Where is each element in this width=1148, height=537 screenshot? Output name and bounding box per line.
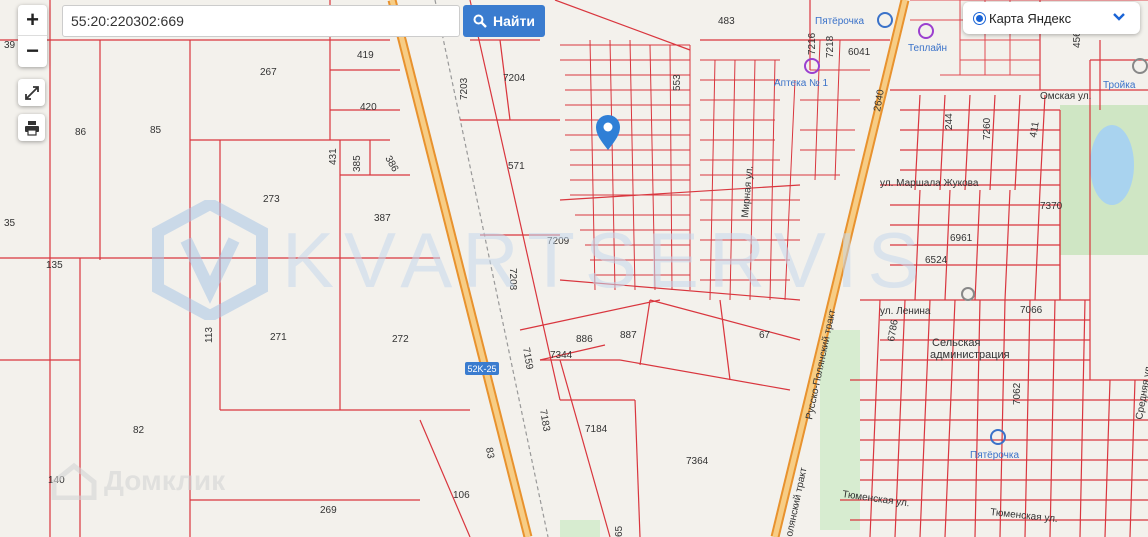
- parcel-label: 82: [133, 425, 145, 436]
- parcel-label: 385: [352, 155, 363, 172]
- map-layer-select[interactable]: Карта Яндекс: [963, 2, 1140, 34]
- street-lenina: ул. Ленина: [880, 306, 931, 317]
- road-badge-label: 52K-25: [467, 364, 496, 374]
- parcel-label: 419: [357, 50, 374, 61]
- parcel-label: 65: [614, 525, 625, 537]
- parcel-label: 113: [204, 327, 215, 343]
- parcel-label: 431: [328, 148, 339, 165]
- parcel-label: 269: [320, 505, 337, 516]
- parcel-label: 7218: [825, 35, 836, 58]
- parcel-label: 7066: [1020, 305, 1043, 316]
- parcel-label: 7370: [1040, 201, 1063, 212]
- poi-pyaterochka-top: Пятёрочка: [815, 16, 864, 27]
- parcel-label: 135: [46, 260, 63, 271]
- parcel-label: 7062: [1012, 382, 1023, 405]
- parcel-label: 273: [263, 194, 280, 205]
- parcel-label: 571: [508, 161, 525, 172]
- parcel-label: 7203: [459, 77, 470, 100]
- search-input-value: 55:20:220302:669: [71, 13, 184, 29]
- parcel-label: 7344: [550, 350, 573, 361]
- search-button-label: Найти: [493, 13, 535, 29]
- map-canvas[interactable]: 483 6041 7216 7218 419 267 7204 7203 553…: [0, 0, 1148, 537]
- parcel-label: 39: [4, 40, 16, 51]
- parcel-label: 6524: [925, 255, 948, 266]
- expand-icon: [24, 85, 39, 100]
- zoom-control: + −: [18, 5, 47, 67]
- parcel-label: 553: [672, 74, 683, 91]
- cadastral-search-input[interactable]: 55:20:220302:669: [62, 5, 460, 37]
- chevron-down-icon: [1113, 13, 1125, 21]
- map-layer-label: Карта Яндекс: [989, 10, 1072, 26]
- parcel-label: 85: [150, 125, 162, 136]
- parcel-label: 887: [620, 330, 637, 341]
- poi-administration: администрация: [930, 349, 1010, 361]
- print-button[interactable]: [18, 114, 45, 141]
- parcel-label: 272: [392, 334, 409, 345]
- street-omskaya: Омская ул.: [1040, 91, 1091, 102]
- parcel-label: 387: [374, 213, 391, 224]
- parcel-label: 420: [360, 102, 377, 113]
- parcel-label: 67: [759, 330, 771, 341]
- radio-selected-icon[interactable]: [973, 11, 986, 25]
- parcel-label: 106: [453, 490, 470, 501]
- parcel-label: 7260: [982, 117, 993, 140]
- parcel-label: 6041: [848, 47, 871, 58]
- poi-selskaya: Сельская: [932, 337, 981, 349]
- printer-icon: [24, 120, 39, 136]
- poi-pyaterochka-bottom: Пятёрочка: [970, 450, 1019, 461]
- search-icon: [473, 14, 487, 28]
- street-zhukova: ул. Маршала Жукова: [880, 178, 979, 189]
- parcel-label: 244: [944, 113, 955, 130]
- zoom-in-button[interactable]: +: [18, 5, 47, 35]
- zoom-out-button[interactable]: −: [18, 35, 47, 66]
- parcel-label: 483: [718, 16, 735, 27]
- fullscreen-button[interactable]: [18, 79, 45, 106]
- parcel-label: 7204: [503, 73, 526, 84]
- parcel-label: 7216: [807, 32, 818, 55]
- parcel-label: 6961: [950, 233, 973, 244]
- poi-troika: Тройка: [1103, 80, 1136, 91]
- parcel-label: 7209: [547, 236, 570, 247]
- search-button[interactable]: Найти: [463, 5, 545, 37]
- parcel-label: 267: [260, 67, 277, 78]
- parcel-label: 7364: [686, 456, 709, 467]
- parcel-label: 140: [48, 475, 65, 486]
- poi-apteka: Аптека № 1: [774, 78, 829, 89]
- parcel-label: 271: [270, 332, 287, 343]
- parcel-label: 7208: [507, 268, 518, 291]
- parcel-label: 35: [4, 218, 16, 229]
- parcel-label: 886: [576, 334, 593, 345]
- parcel-label: 7184: [585, 424, 608, 435]
- parcel-label: 86: [75, 127, 87, 138]
- road-badge: 52K-25: [465, 362, 499, 375]
- poi-teplaine: Теплайн: [908, 43, 947, 54]
